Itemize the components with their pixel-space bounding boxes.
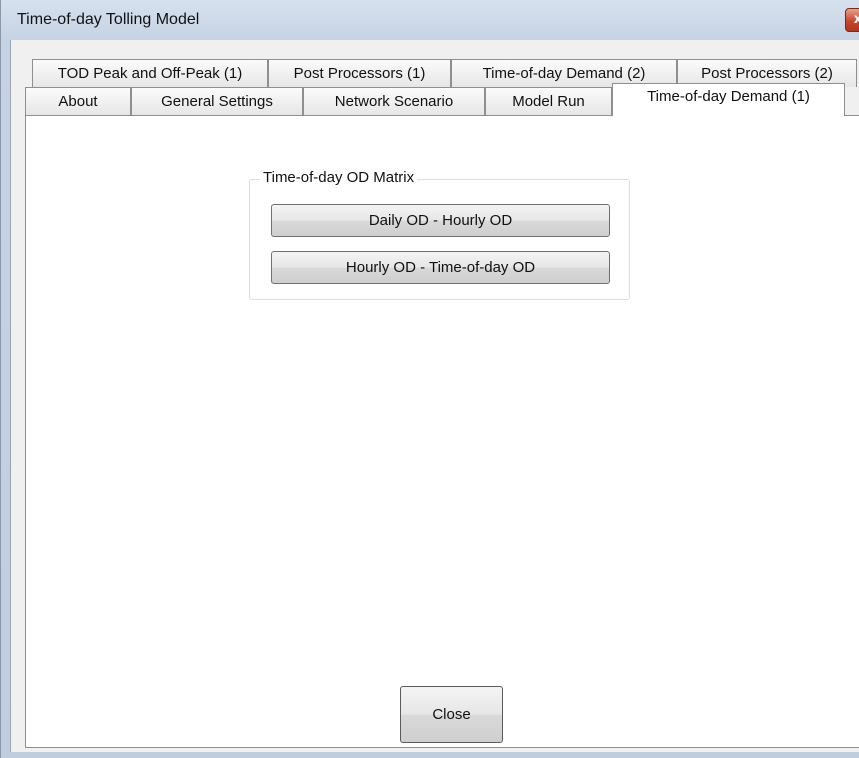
- tab-general-settings[interactable]: General Settings: [131, 87, 303, 115]
- tab-tod-peak-off-peak-1[interactable]: TOD Peak and Off-Peak (1): [32, 59, 268, 87]
- od-matrix-group: Time-of-day OD Matrix Daily OD - Hourly …: [249, 169, 630, 300]
- client-area: TOD Peak and Off-Peak (1) Post Processor…: [10, 40, 859, 752]
- tab-network-scenario[interactable]: Network Scenario: [303, 87, 485, 115]
- tab-about[interactable]: About: [25, 87, 131, 115]
- window-title: Time-of-day Tolling Model: [17, 11, 200, 28]
- tab-time-of-day-demand-1[interactable]: Time-of-day Demand (1): [612, 83, 845, 116]
- title-bar[interactable]: Time-of-day Tolling Model x: [1, 0, 859, 40]
- window-close-icon[interactable]: x: [845, 8, 859, 32]
- group-title: Time-of-day OD Matrix: [260, 169, 418, 186]
- tab-panel: Time-of-day OD Matrix Daily OD - Hourly …: [25, 115, 859, 748]
- window-bottom-border: [1, 752, 859, 758]
- hourly-to-time-of-day-od-button[interactable]: Hourly OD - Time-of-day OD: [271, 251, 610, 284]
- tab-post-processors-1[interactable]: Post Processors (1): [268, 59, 451, 87]
- tab-model-run[interactable]: Model Run: [485, 87, 612, 115]
- daily-to-hourly-od-button[interactable]: Daily OD - Hourly OD: [271, 204, 610, 237]
- app-window: Time-of-day Tolling Model x TOD Peak and…: [0, 0, 859, 758]
- close-button[interactable]: Close: [400, 686, 503, 743]
